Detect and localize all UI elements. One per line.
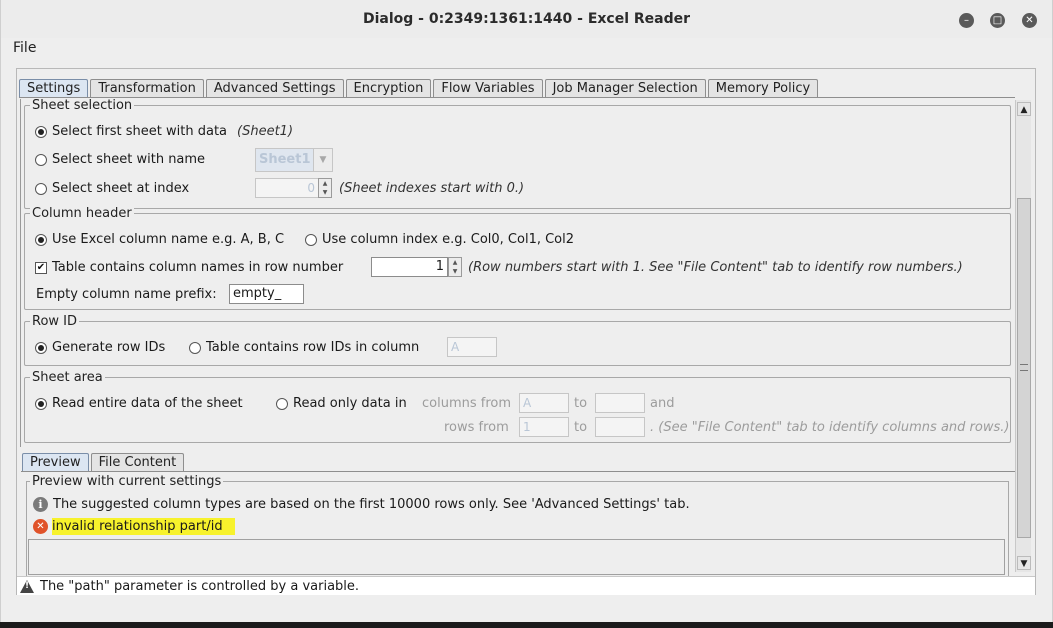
tab-advanced-settings[interactable]: Advanced Settings <box>205 79 344 98</box>
prefix-label: Empty column name prefix: <box>36 287 217 302</box>
row-number-spinner[interactable]: ▲ ▼ <box>448 257 462 277</box>
grip-icon <box>1020 364 1028 371</box>
preview-error-text: invalid relationship part/id <box>52 518 235 535</box>
col-index-option[interactable]: Use column index e.g. Col0, Col1, Col2 <box>305 232 574 247</box>
sheet-name-option[interactable]: Select sheet with name <box>35 152 205 167</box>
sheet-index-radio[interactable] <box>35 182 47 195</box>
row-id-column-label: Table contains row IDs in column <box>206 340 420 355</box>
generate-row-ids-label: Generate row IDs <box>52 340 166 355</box>
tab-job-manager-selection[interactable]: Job Manager Selection <box>544 79 706 98</box>
row-number-hint: (Row numbers start with 1. See "File Con… <box>468 260 963 275</box>
row-to-label: to <box>574 420 588 435</box>
maximize-icon[interactable]: □ <box>990 13 1005 28</box>
row-id-column-option[interactable]: Table contains row IDs in column <box>189 340 419 355</box>
main-tabs: Settings Transformation Advanced Setting… <box>19 79 820 98</box>
excel-name-radio[interactable] <box>35 233 47 246</box>
col-index-label: Use column index e.g. Col0, Col1, Col2 <box>322 232 575 247</box>
minimize-icon[interactable]: – <box>959 13 974 28</box>
row-id-group: Row ID <box>24 314 1011 366</box>
sheet-index-option[interactable]: Select sheet at index <box>35 181 189 196</box>
settings-content: Sheet selection Select first sheet with … <box>20 99 1015 447</box>
row-id-column-radio[interactable] <box>189 341 201 354</box>
read-only-radio[interactable] <box>276 397 288 410</box>
generate-row-ids-radio[interactable] <box>35 341 47 354</box>
first-sheet-option[interactable]: Select first sheet with data (Sheet1) <box>35 124 293 139</box>
menu-file[interactable]: File <box>13 40 36 56</box>
row-id-title: Row ID <box>30 314 80 329</box>
row-from-input[interactable]: 1 <box>519 417 569 437</box>
row-number-input[interactable]: 1 <box>371 257 448 277</box>
sheet-index-label: Select sheet at index <box>52 181 190 196</box>
prefix-input[interactable]: empty_ <box>229 284 304 304</box>
excel-reader-dialog: Dialog - 0:2349:1361:1440 - Excel Reader… <box>0 0 1053 622</box>
tab-divider <box>19 97 1015 98</box>
sheet-name-select[interactable]: Sheet1 ▼ <box>255 148 333 172</box>
row-number-label: Table contains column names in row numbe… <box>52 260 344 275</box>
columns-from-label: columns from <box>422 396 512 411</box>
sheet-index-input[interactable]: 0 <box>255 178 319 198</box>
column-header-title: Column header <box>30 206 134 221</box>
preview-tab-divider <box>21 471 1015 472</box>
tab-flow-variables[interactable]: Flow Variables <box>433 79 543 98</box>
scrollbar-thumb[interactable] <box>1017 198 1031 538</box>
generate-row-ids-option[interactable]: Generate row IDs <box>35 340 165 355</box>
first-sheet-label: Select first sheet with data <box>52 124 228 139</box>
row-to-input[interactable] <box>595 417 645 437</box>
title-bar: Dialog - 0:2349:1361:1440 - Excel Reader… <box>1 0 1052 38</box>
excel-name-option[interactable]: Use Excel column name e.g. A, B, C <box>35 232 284 247</box>
tab-encryption[interactable]: Encryption <box>345 79 432 98</box>
warning-icon <box>20 579 34 593</box>
scroll-down-icon[interactable]: ▼ <box>1017 556 1031 570</box>
sheet-index-hint: (Sheet indexes start with 0.) <box>339 181 525 196</box>
sheet-area-title: Sheet area <box>30 370 105 385</box>
sheet-name-value: Sheet1 <box>256 149 314 171</box>
preview-table[interactable] <box>28 539 1005 575</box>
tab-settings[interactable]: Settings <box>19 79 89 98</box>
row-number-option[interactable]: ✔ Table contains column names in row num… <box>35 260 343 275</box>
preview-info-text: The suggested column types are based on … <box>53 497 690 512</box>
tab-file-content[interactable]: File Content <box>90 453 185 472</box>
sheet-area-hint: . (See "File Content" tab to identify co… <box>650 420 1010 435</box>
row-id-column-input[interactable]: A <box>447 337 497 357</box>
first-sheet-radio[interactable] <box>35 125 47 138</box>
status-bar: The "path" parameter is controlled by a … <box>17 576 1035 595</box>
chevron-down-icon: ▼ <box>319 155 327 165</box>
row-number-checkbox[interactable]: ✔ <box>35 261 47 274</box>
column-to-label: to <box>574 396 588 411</box>
tab-transformation[interactable]: Transformation <box>90 79 204 98</box>
preview-info-message: i The suggested column types are based o… <box>33 497 690 512</box>
menu-bar: File <box>1 38 1052 60</box>
preview-title: Preview with current settings <box>30 474 224 489</box>
tab-preview[interactable]: Preview <box>22 453 89 472</box>
preview-tabs: Preview File Content <box>22 453 186 472</box>
sheet-name-radio[interactable] <box>35 153 47 166</box>
entire-sheet-option[interactable]: Read entire data of the sheet <box>35 396 243 411</box>
read-only-label: Read only data in <box>293 396 407 411</box>
sheet-name-label: Select sheet with name <box>52 152 206 167</box>
error-icon: ✕ <box>33 519 48 534</box>
vertical-scrollbar[interactable]: ▲ ▼ <box>1015 100 1031 572</box>
scroll-up-icon[interactable]: ▲ <box>1017 102 1031 116</box>
info-icon: i <box>33 497 48 512</box>
sheet-selection-title: Sheet selection <box>30 99 135 113</box>
entire-sheet-radio[interactable] <box>35 397 47 410</box>
read-only-option[interactable]: Read only data in <box>276 396 407 411</box>
column-to-input[interactable] <box>595 393 645 413</box>
close-icon[interactable]: ✕ <box>1022 13 1037 28</box>
window-title: Dialog - 0:2349:1361:1440 - Excel Reader <box>362 11 691 27</box>
rows-from-label: rows from <box>444 420 509 435</box>
first-sheet-hint: (Sheet1) <box>237 124 294 139</box>
and-label: and <box>650 396 675 411</box>
entire-sheet-label: Read entire data of the sheet <box>52 396 243 411</box>
col-index-radio[interactable] <box>305 233 317 246</box>
column-from-input[interactable]: A <box>519 393 569 413</box>
status-warning-text: The "path" parameter is controlled by a … <box>40 578 360 594</box>
excel-name-label: Use Excel column name e.g. A, B, C <box>52 232 285 247</box>
preview-error-message: ✕ invalid relationship part/id <box>33 518 235 535</box>
sheet-index-spinner[interactable]: ▲ ▼ <box>318 178 332 198</box>
tab-memory-policy[interactable]: Memory Policy <box>707 79 819 98</box>
